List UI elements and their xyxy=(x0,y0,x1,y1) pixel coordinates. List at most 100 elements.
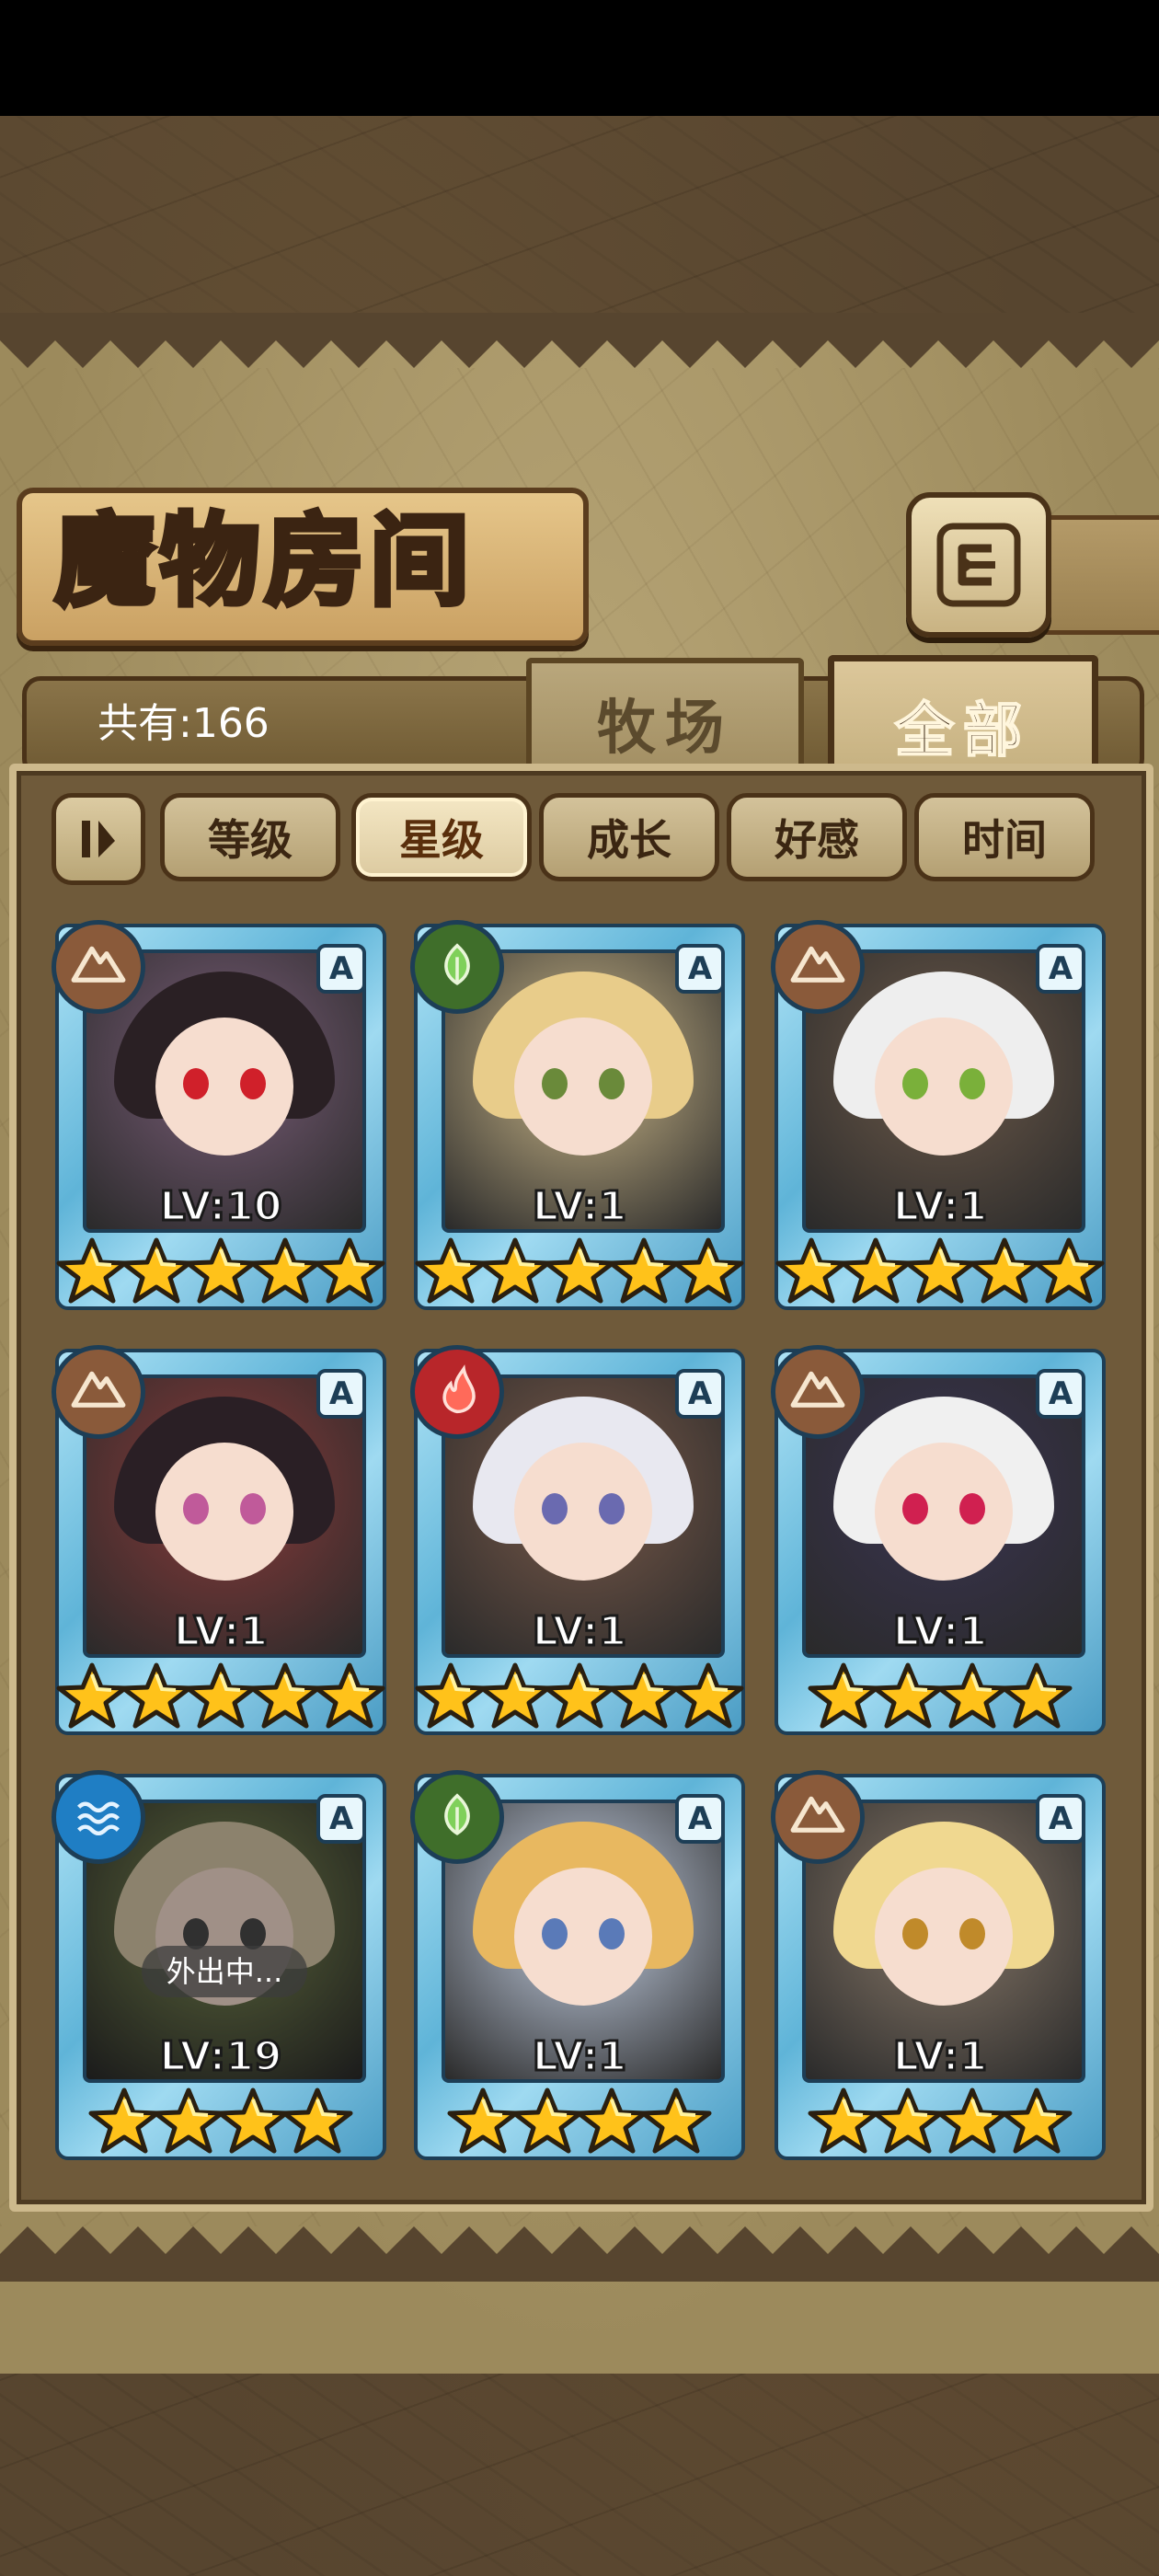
portrait-face xyxy=(875,1868,1013,2006)
portrait-eye xyxy=(959,1918,985,1949)
star-icon xyxy=(544,1237,615,1304)
star-rating xyxy=(775,1236,1106,1305)
star-icon xyxy=(217,2087,289,2154)
monster-card[interactable]: A LV:1 xyxy=(52,1345,386,1744)
monster-level: LV:1 xyxy=(891,2032,988,2082)
portrait-eye xyxy=(902,1493,928,1524)
star-icon xyxy=(936,1662,1008,1729)
portrait-eye xyxy=(902,1068,928,1099)
rank-badge: A xyxy=(1036,1369,1085,1419)
star-icon xyxy=(415,1662,487,1729)
status-bar xyxy=(0,0,1159,116)
portrait-face xyxy=(875,1018,1013,1156)
star-rating xyxy=(55,2087,386,2155)
element-badge xyxy=(52,1345,145,1439)
portrait-eye xyxy=(599,1068,625,1099)
star-icon xyxy=(153,2087,224,2154)
portrait-face xyxy=(514,1868,652,2006)
monster-level: LV:1 xyxy=(531,1182,627,1232)
star-icon xyxy=(904,1237,976,1304)
monster-card[interactable]: A LV:1 xyxy=(410,1770,745,2169)
monster-level: LV:19 xyxy=(158,2032,283,2082)
sort-order-button[interactable] xyxy=(52,793,145,885)
star-icon xyxy=(249,1662,321,1729)
portrait-eye xyxy=(599,1493,625,1524)
star-icon xyxy=(576,2087,648,2154)
monster-level: LV:1 xyxy=(891,1607,988,1657)
sort-level-button[interactable]: 等级 xyxy=(160,793,340,881)
rank-badge: A xyxy=(675,944,725,994)
portrait-eye xyxy=(542,1493,568,1524)
portrait-eye xyxy=(902,1918,928,1949)
star-icon xyxy=(314,1237,385,1304)
rank-badge: A xyxy=(316,1369,366,1419)
monster-card[interactable]: A LV:10 xyxy=(52,920,386,1319)
rank-badge: A xyxy=(675,1794,725,1844)
sort-time-button[interactable]: 时间 xyxy=(914,793,1095,881)
star-rating xyxy=(414,1662,745,1730)
monster-card[interactable]: A LV:1 xyxy=(771,1345,1106,1744)
star-icon xyxy=(1001,1662,1073,1729)
star-icon xyxy=(672,1662,744,1729)
star-icon xyxy=(120,1662,192,1729)
star-icon xyxy=(1001,2087,1073,2154)
flame-icon xyxy=(442,1364,476,1414)
monster-card[interactable]: A LV:1 xyxy=(410,920,745,1319)
star-icon xyxy=(88,2087,160,2154)
portrait-face xyxy=(514,1443,652,1581)
star-icon xyxy=(640,2087,712,2154)
mountain-icon xyxy=(790,1371,845,1408)
sort-affection-button[interactable]: 好感 xyxy=(727,793,907,881)
star-rating xyxy=(775,2087,1106,2155)
rank-badge: A xyxy=(675,1369,725,1419)
portrait-face xyxy=(155,1018,293,1156)
star-icon xyxy=(479,1662,551,1729)
star-icon xyxy=(56,1662,128,1729)
star-icon xyxy=(479,1237,551,1304)
star-icon xyxy=(249,1237,321,1304)
monster-level: LV:1 xyxy=(891,1182,988,1232)
star-rating xyxy=(55,1236,386,1305)
monster-card[interactable]: A LV:1 xyxy=(410,1345,745,1744)
page-title: 魔物房间 xyxy=(52,500,476,622)
star-icon xyxy=(511,2087,583,2154)
star-icon xyxy=(185,1662,257,1729)
rank-badge: A xyxy=(1036,944,1085,994)
back-button[interactable] xyxy=(906,492,1051,638)
element-badge xyxy=(52,920,145,1014)
star-rating xyxy=(55,1662,386,1730)
element-badge xyxy=(410,1345,504,1439)
total-count: 共有:166 xyxy=(98,700,270,747)
panel-zigzag-bottom xyxy=(0,2226,1159,2282)
sort-toggle-icon xyxy=(82,821,115,857)
portrait-eye xyxy=(183,1493,209,1524)
star-icon xyxy=(969,1237,1040,1304)
portrait-eye xyxy=(542,1068,568,1099)
element-badge xyxy=(771,920,865,1014)
sort-growth-button[interactable]: 成长 xyxy=(539,793,719,881)
element-badge xyxy=(771,1345,865,1439)
star-icon xyxy=(672,1237,744,1304)
star-icon xyxy=(872,1662,944,1729)
portrait-face xyxy=(514,1018,652,1156)
monster-level: LV:1 xyxy=(531,2032,627,2082)
monster-card[interactable]: 外出中... A LV:19 xyxy=(52,1770,386,2169)
portrait-face xyxy=(875,1443,1013,1581)
monster-card[interactable]: A LV:1 xyxy=(771,920,1106,1319)
portrait-eye xyxy=(542,1918,568,1949)
star-icon xyxy=(544,1662,615,1729)
rank-badge: A xyxy=(1036,1794,1085,1844)
star-icon xyxy=(608,1662,680,1729)
waves-icon xyxy=(77,1801,120,1836)
portrait-eye xyxy=(599,1918,625,1949)
sort-stars-button[interactable]: 星级 xyxy=(351,793,532,881)
monster-level: LV:1 xyxy=(531,1607,627,1657)
star-icon xyxy=(808,1662,879,1729)
star-icon xyxy=(314,1662,385,1729)
star-icon xyxy=(447,2087,519,2154)
mountain-icon xyxy=(790,946,845,983)
star-rating xyxy=(414,2087,745,2155)
star-icon xyxy=(120,1237,192,1304)
monster-card[interactable]: A LV:1 xyxy=(771,1770,1106,2169)
portrait-eye xyxy=(240,1068,266,1099)
